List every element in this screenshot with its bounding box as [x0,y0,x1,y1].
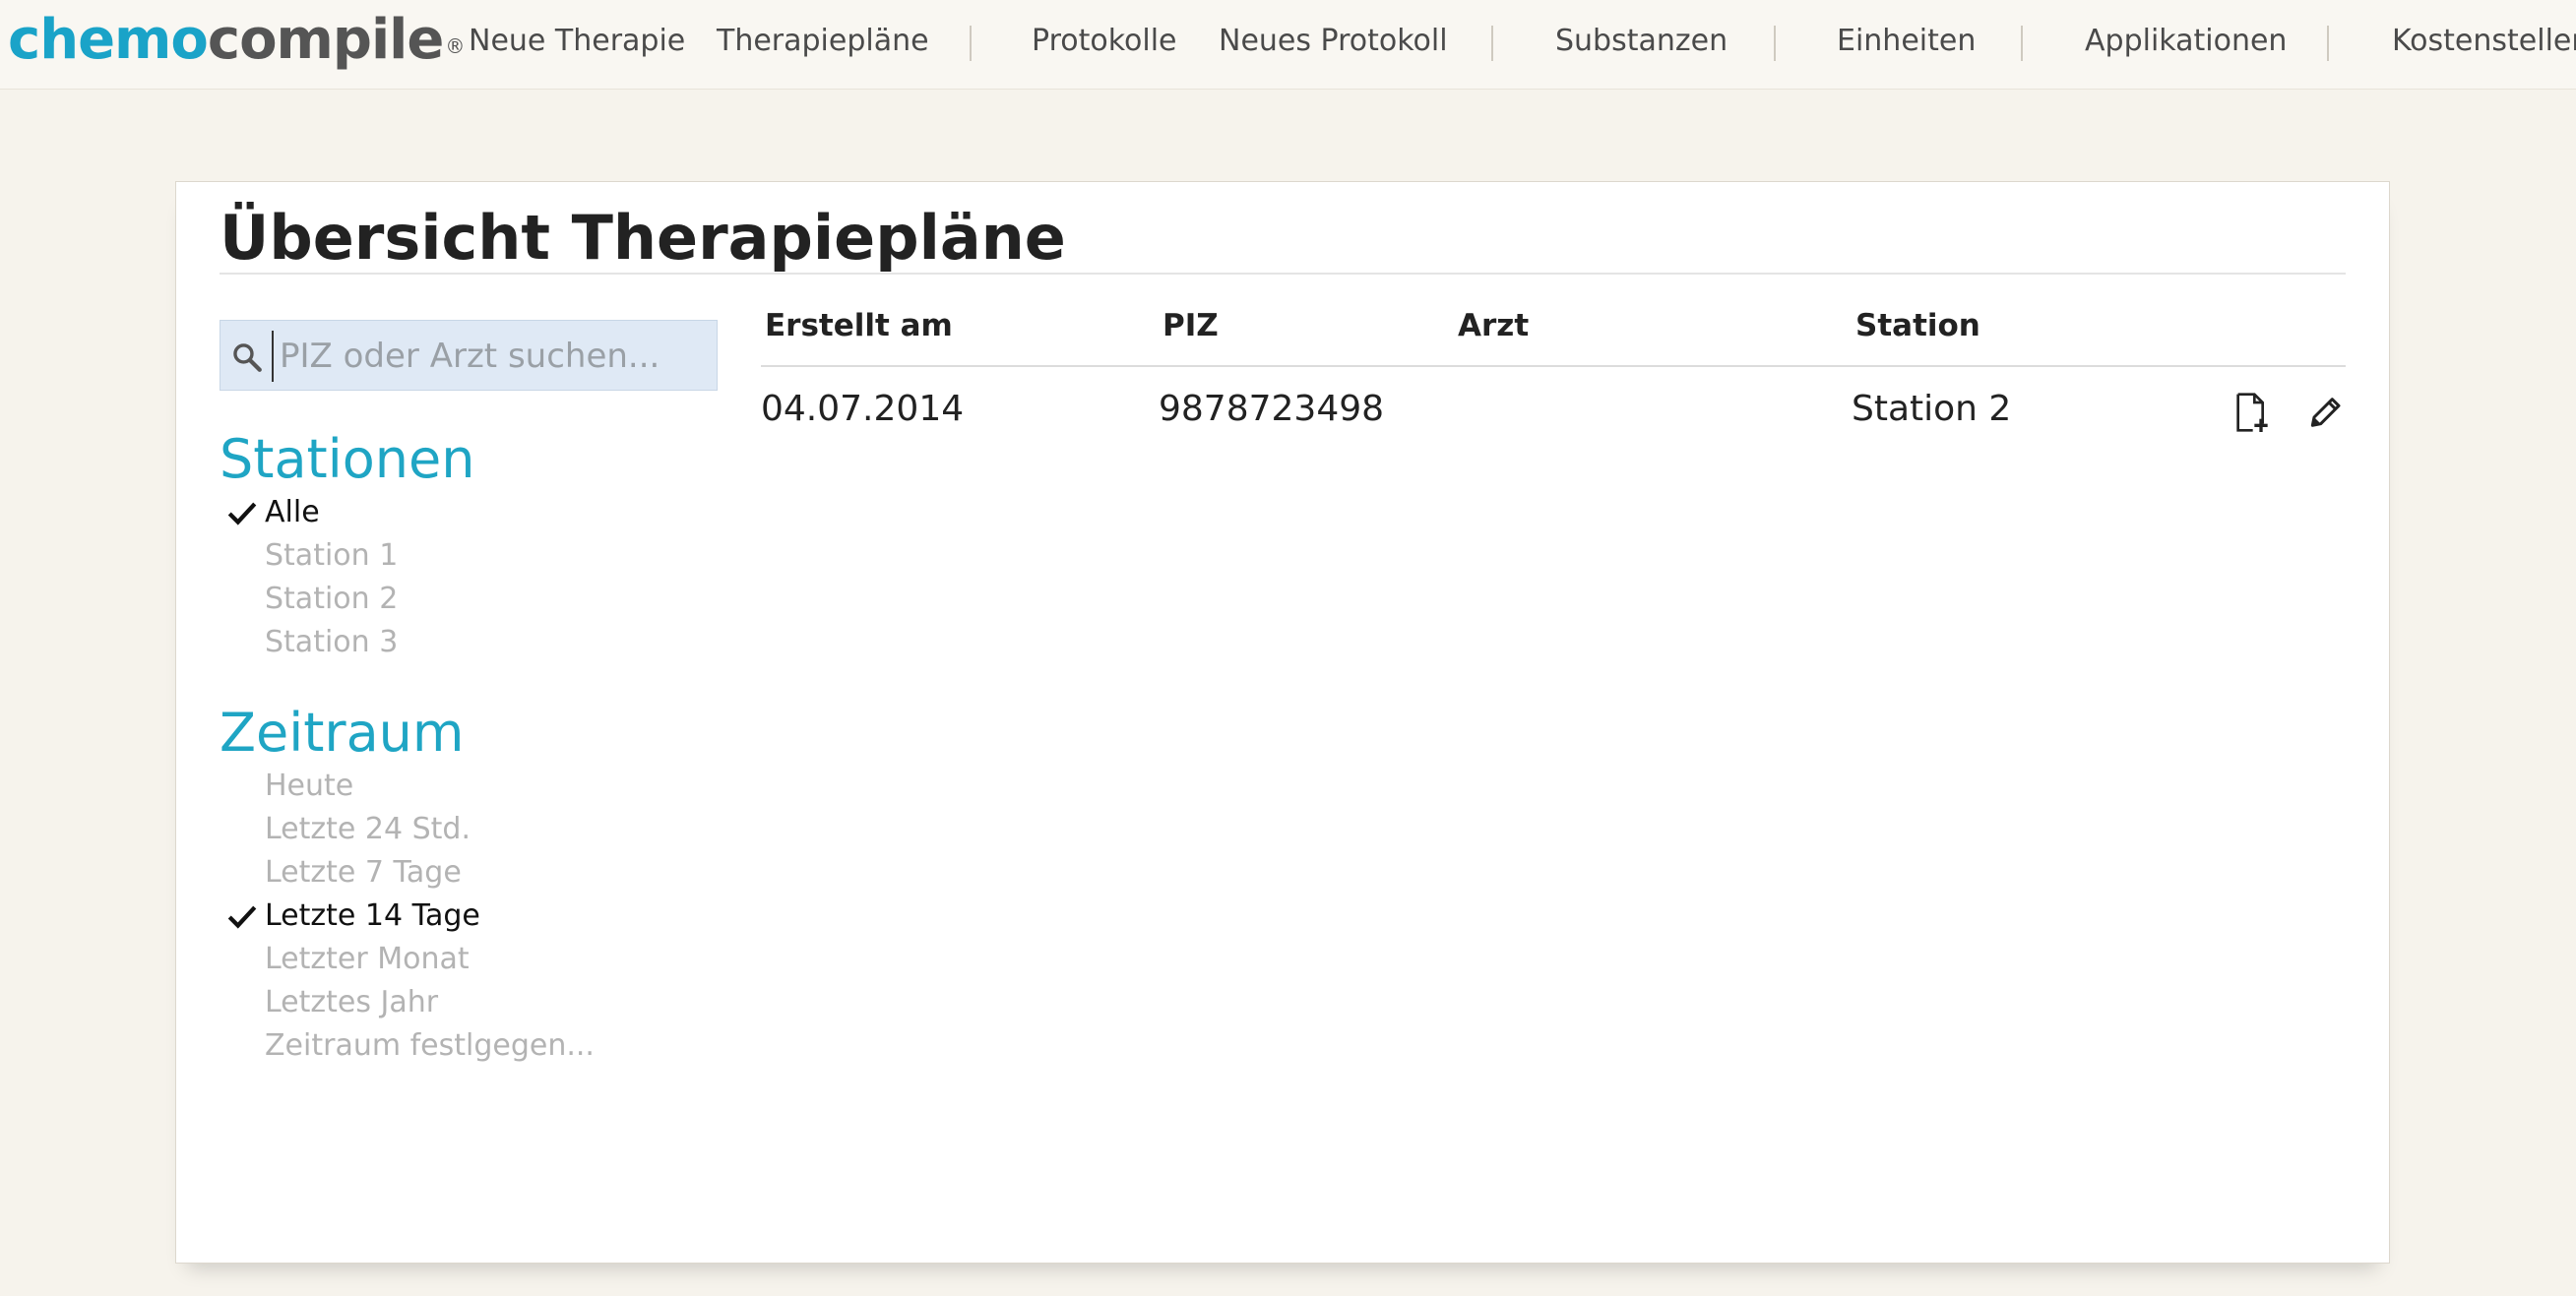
nav-item-substanzen[interactable]: Substanzen [1555,24,1728,58]
search-box [220,320,718,391]
column-header-erstellt-am[interactable]: Erstellt am [765,308,953,343]
cell-piz: 9878723498 [1159,389,1385,429]
checkmark-icon [227,502,257,525]
filter-zeitraum-24h[interactable]: Letzte 24 Std. [265,812,471,846]
title-divider [220,273,2346,275]
nav-item-kostenstellen[interactable]: Kostenstellen [2392,24,2576,58]
pencil-icon[interactable] [2304,391,2344,434]
new-document-icon[interactable] [2231,391,2271,434]
nav-item-neues-protokoll[interactable]: Neues Protokoll [1219,24,1448,58]
nav-item-neue-therapie[interactable]: Neue Therapie [469,24,685,58]
filter-zeitraum-heute[interactable]: Heute [265,769,353,803]
filter-station-2[interactable]: Station 2 [265,582,398,616]
filter-station-alle[interactable]: Alle [265,495,320,529]
filter-station-1[interactable]: Station 1 [265,538,398,573]
nav-divider [1491,26,1493,61]
page-title: Übersicht Therapiepläne [220,202,1066,274]
column-header-station[interactable]: Station [1855,308,1980,343]
column-header-piz[interactable]: PIZ [1162,308,1219,343]
overview-card: Übersicht Therapiepläne Stationen Alle S… [175,181,2390,1264]
search-input[interactable] [272,331,715,382]
nav-item-therapieplaene[interactable]: Therapiepläne [717,24,929,58]
filter-zeitraum-14-tage[interactable]: Letzte 14 Tage [265,898,480,933]
nav-divider [970,26,972,61]
filter-zeitraum-festlegen[interactable]: Zeitraum festlgegen... [265,1028,595,1063]
zeitraum-heading: Zeitraum [220,702,465,764]
filter-zeitraum-monat[interactable]: Letzter Monat [265,942,470,976]
nav-item-einheiten[interactable]: Einheiten [1837,24,1976,58]
nav-item-protokolle[interactable]: Protokolle [1032,24,1177,58]
top-navigation-bar: chemocompile ® Neue Therapie Therapieplän… [0,0,2576,90]
cell-erstellt-am: 04.07.2014 [761,389,965,429]
nav-item-applikationen[interactable]: Applikationen [2085,24,2287,58]
main-nav: Neue Therapie Therapiepläne Protokolle N… [0,0,2576,89]
stationen-heading: Stationen [220,428,475,490]
filter-station-3[interactable]: Station 3 [265,625,398,659]
filter-zeitraum-7-tage[interactable]: Letzte 7 Tage [265,855,462,890]
nav-divider [1774,26,1776,61]
search-icon [233,343,262,372]
column-header-arzt[interactable]: Arzt [1458,308,1529,343]
checkmark-icon [227,905,257,929]
nav-divider [2327,26,2329,61]
table-header-divider [761,365,2346,367]
cell-station: Station 2 [1852,389,2012,429]
nav-divider [2021,26,2023,61]
filter-zeitraum-jahr[interactable]: Letztes Jahr [265,985,438,1019]
